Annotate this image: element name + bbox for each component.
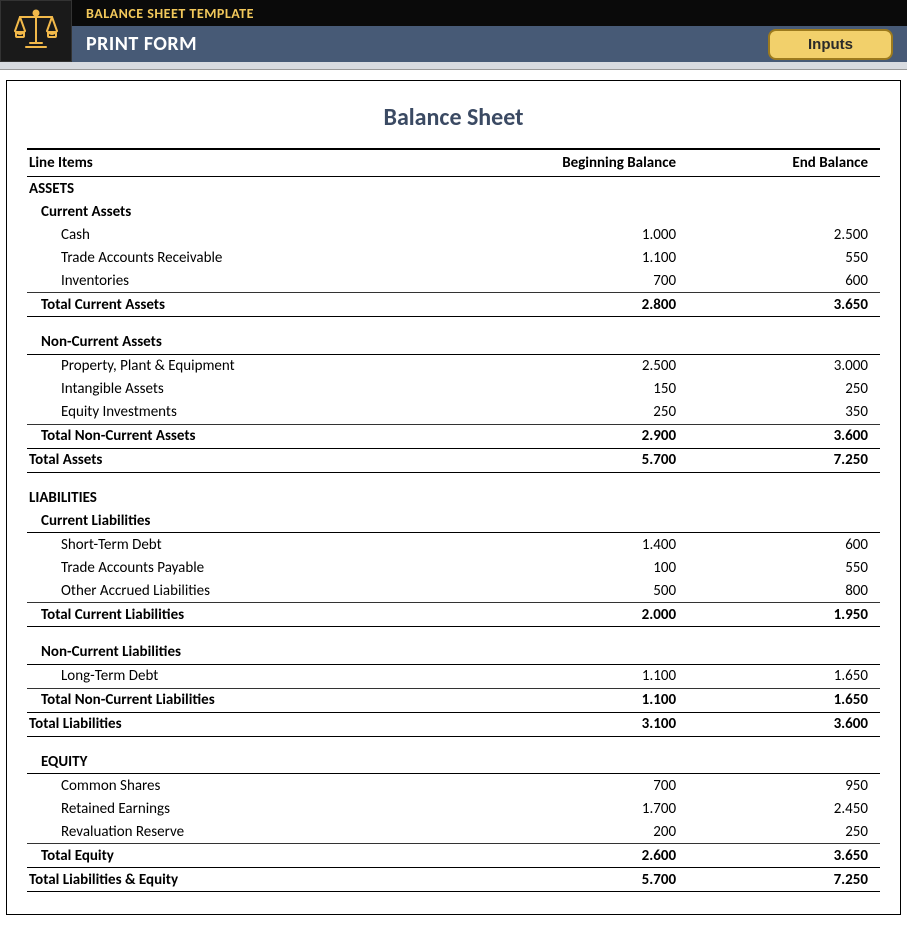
subtotal-row: Total Non-Current Liabilities1.1001.650 xyxy=(27,688,880,712)
subtotal-row: Total Equity2.6003.650 xyxy=(27,844,880,868)
sub-heading: Current Assets xyxy=(27,200,880,223)
table-row: Revaluation Reserve200250 xyxy=(27,820,880,844)
total-row: Total Liabilities & Equity5.7007.250 xyxy=(27,868,880,892)
table-row: Trade Accounts Receivable1.100550 xyxy=(27,246,880,269)
header-divider xyxy=(0,62,907,70)
table-row: Long-Term Debt1.1001.650 xyxy=(27,664,880,688)
sub-heading: Non-Current Assets xyxy=(27,331,880,355)
sub-heading: Current Liabilities xyxy=(27,509,880,533)
section-heading: EQUITY xyxy=(27,750,880,774)
table-row: Intangible Assets150250 xyxy=(27,378,880,401)
table-row: Short-Term Debt1.400600 xyxy=(27,533,880,557)
logo xyxy=(0,0,72,62)
table-row: Equity Investments250350 xyxy=(27,401,880,425)
template-label: BALANCE SHEET TEMPLATE xyxy=(86,5,254,22)
table-row: Cash1.0002.500 xyxy=(27,223,880,246)
col-header-begin: Beginning Balance xyxy=(496,149,688,177)
section-heading: LIABILITIES xyxy=(27,486,880,509)
table-row: Retained Earnings1.7002.450 xyxy=(27,797,880,820)
total-row: Total Liabilities3.1003.600 xyxy=(27,712,880,736)
balance-sheet: Balance Sheet Line Items Beginning Balan… xyxy=(6,80,901,915)
sheet-title: Balance Sheet xyxy=(27,103,880,132)
scales-icon xyxy=(12,7,60,56)
table-row: Property, Plant & Equipment2.5003.000 xyxy=(27,354,880,378)
total-row: Total Assets5.7007.250 xyxy=(27,448,880,472)
table-row: Trade Accounts Payable100550 xyxy=(27,556,880,579)
subtotal-row: Total Non-Current Assets2.9003.600 xyxy=(27,424,880,448)
col-header-end: End Balance xyxy=(688,149,880,177)
subtotal-row: Total Current Assets2.8003.650 xyxy=(27,293,880,317)
inputs-button[interactable]: Inputs xyxy=(768,29,893,60)
page-title: PRINT FORM xyxy=(86,32,197,56)
col-header-items: Line Items xyxy=(27,149,496,177)
balance-table: Line Items Beginning Balance End Balance… xyxy=(27,148,880,892)
subtotal-row: Total Current Liabilities2.0001.950 xyxy=(27,603,880,627)
table-row: Other Accrued Liabilities500800 xyxy=(27,579,880,603)
table-row: Common Shares700950 xyxy=(27,774,880,798)
section-heading: ASSETS xyxy=(27,177,880,201)
sub-heading: Non-Current Liabilities xyxy=(27,641,880,665)
header-bar: BALANCE SHEET TEMPLATE PRINT FORM Inputs xyxy=(0,0,907,62)
table-row: Inventories700600 xyxy=(27,269,880,293)
